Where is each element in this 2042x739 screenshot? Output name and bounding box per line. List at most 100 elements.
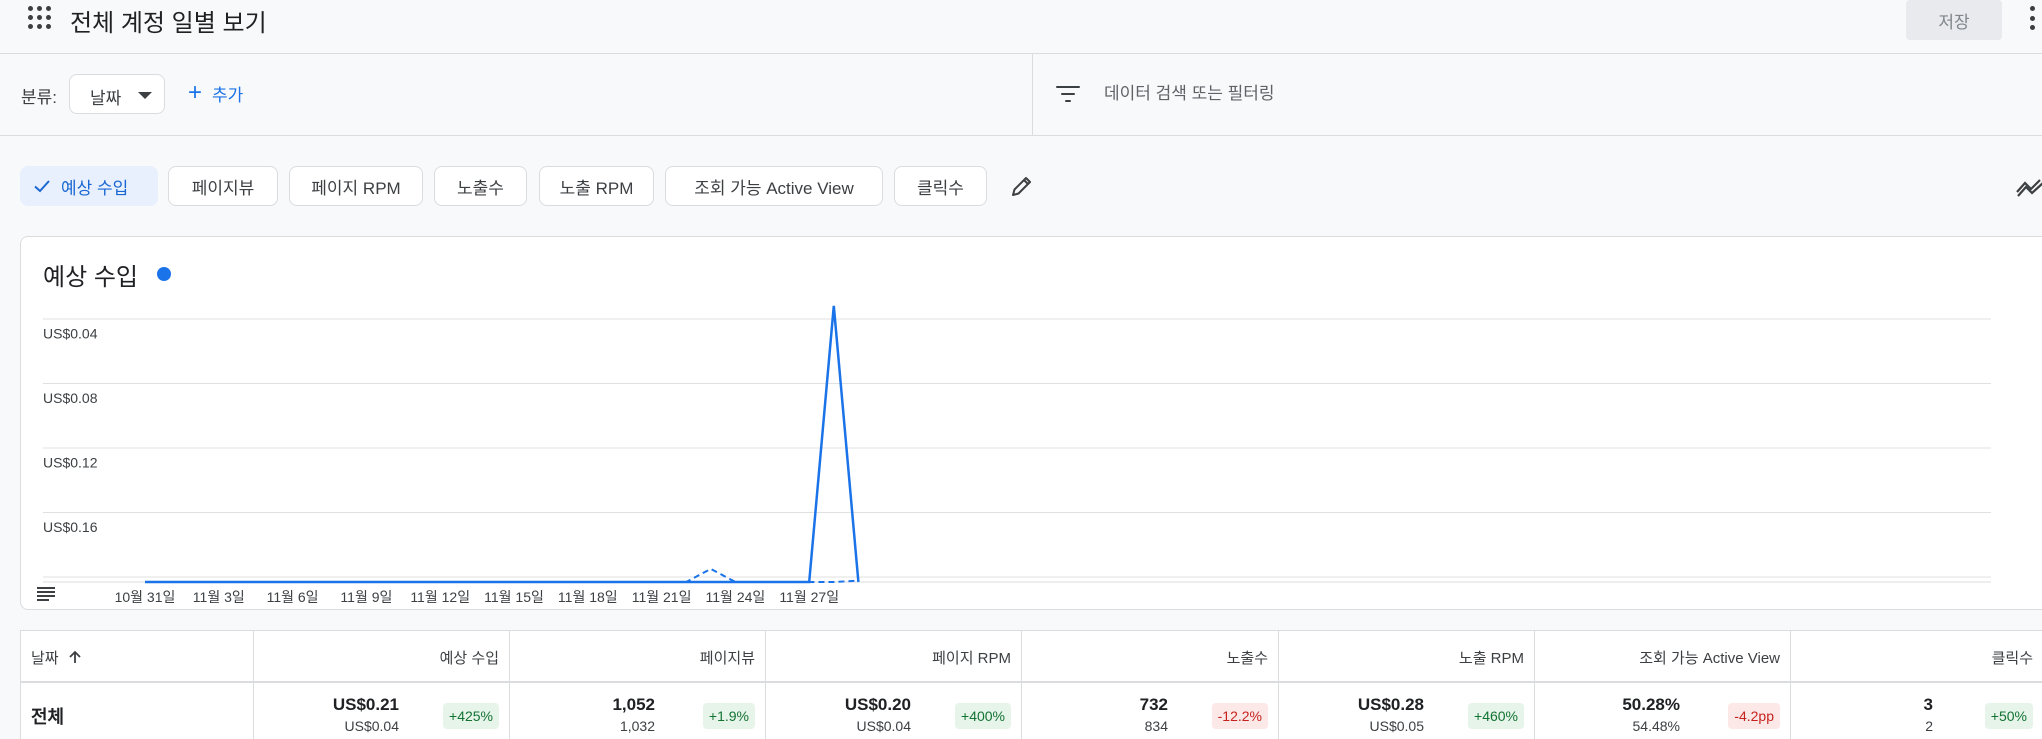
cell-compare-value: US$0.04 [344,718,399,734]
apps-grid-icon[interactable] [28,6,52,30]
cell-compare-value: 54.48% [1632,718,1680,734]
change-badge: +1.9% [702,703,755,729]
column-header-page-rpm[interactable]: 페이지 RPM [765,631,1021,683]
caret-down-icon [138,92,152,99]
date-select-value: 날짜 [90,89,122,108]
series-line-current [145,305,860,584]
category-label: 분류: [21,88,58,107]
add-label: 추가 [212,85,244,105]
chip-page-views[interactable]: 페이지뷰 [168,166,278,206]
search-input[interactable] [1104,76,1704,112]
chip-impressions[interactable]: 노출수 [434,166,527,206]
cell-value: 732 [1139,695,1168,714]
x-tick-label: 11월 15일 [484,589,544,605]
change-badge: -4.2pp [1728,703,1780,729]
chart-card: 예상 수입 US$0.04 US$0.08 US$0.12 US$0.16 10월 31… [20,236,2042,610]
cell-compare-value: US$0.05 [1369,718,1424,734]
chip-label: 페이지뷰 [191,178,255,198]
cell-value: 3 [1923,695,1933,714]
column-header-impression-rpm[interactable]: 노출 RPM [1278,631,1534,683]
x-tick-label: 11월 9일 [340,589,392,605]
cell-value: 50.28% [1622,695,1680,714]
column-header-estimated-earnings[interactable]: 예상 수입 [253,631,509,683]
column-header-date[interactable]: 날짜 [21,631,253,683]
x-tick-label: 10월 31일 [115,589,176,605]
column-label: 클릭수 [1991,649,2033,667]
date-dimension-select[interactable]: 날짜 [69,74,165,114]
chip-page-rpm[interactable]: 페이지 RPM [289,166,423,206]
y-tick-label: US$0.04 [43,326,98,342]
chip-estimated-earnings[interactable]: 예상 수입 [20,166,158,206]
column-label: 날짜 [31,649,59,667]
cell-value: US$0.21 [332,695,399,714]
y-tick-label: US$0.08 [43,390,98,406]
chip-label: 노출수 [457,178,504,198]
table-cell-clicks: 3 2 +50% [1790,683,2042,739]
table-cell-estimated-earnings: US$0.21 US$0.04 +425% [253,683,509,739]
x-tick-label: 11월 18일 [558,589,618,605]
table-body: 전체 US$0.21 US$0.04 +425% 1,052 1,032 +1.… [21,683,2042,739]
line-chart: US$0.04 US$0.08 US$0.12 US$0.16 10월 31일 11월 3… [43,305,1991,605]
column-label: 노출 RPM [1458,649,1524,667]
series-line-comparison [145,567,859,583]
table-cell-impression-rpm: US$0.28 US$0.05 +460% [1278,683,1534,739]
cell-value: US$0.28 [1357,695,1424,714]
filter-icon[interactable] [1056,86,1080,104]
x-tick-label: 11월 27일 [779,589,839,605]
x-tick-label: 11월 21일 [632,589,692,605]
change-badge: +50% [1984,703,2033,729]
chip-label: 조회 가능 Active View [694,178,854,198]
chip-clicks[interactable]: 클릭수 [894,166,987,206]
filter-bar: 분류: 날짜 + 추가 [0,54,2042,136]
column-header-clicks[interactable]: 클릭수 [1790,631,2042,683]
pencil-icon[interactable] [1010,174,1034,198]
table-cell-date: 전체 [21,683,253,739]
chip-impression-rpm[interactable]: 노출 RPM [539,166,654,206]
column-label: 노출수 [1226,649,1268,667]
cell-compare-value: US$0.04 [856,718,911,734]
x-tick-label: 11월 24일 [706,589,766,605]
column-header-active-view[interactable]: 조회 가능 Active View [1534,631,1790,683]
table-cell-active-view: 50.28% 54.48% -4.2pp [1534,683,1790,739]
add-dimension-button[interactable]: + 추가 [188,78,243,108]
save-button[interactable]: 저장 [1906,0,2002,40]
x-tick-label: 11월 12일 [410,589,470,605]
column-label: 페이지뷰 [699,649,755,667]
chip-label: 예상 수입 [61,178,129,198]
chip-label: 클릭수 [917,178,964,198]
chip-label: 페이지 RPM [311,178,401,198]
x-tick-label: 11월 3일 [193,589,245,605]
column-header-page-views[interactable]: 페이지뷰 [509,631,765,683]
page-title: 전체 계정 일별 보기 [70,10,267,37]
cell-compare-value: 834 [1144,718,1168,734]
change-badge: +400% [955,703,1011,729]
x-tick-label: 11월 6일 [267,589,319,605]
chart-table-toggle-icon[interactable] [37,587,55,601]
y-tick-label: US$0.16 [43,519,98,535]
table-cell-page-rpm: US$0.20 US$0.04 +400% [765,683,1021,739]
table-cell-impressions: 732 834 -12.2% [1021,683,1278,739]
cell-value: US$0.20 [844,695,911,714]
total-label: 전체 [31,707,65,727]
check-icon [34,180,50,193]
cell-compare-value: 2 [1925,718,1933,734]
chip-label: 노출 RPM [559,178,634,198]
column-label: 예상 수입 [439,649,499,667]
table-header: 날짜 예상 수입 페이지뷰 페이지 RPM 노출수 노출 RPM 조회 가능 A… [21,631,2042,683]
top-bar: 전체 계정 일별 보기 저장 [0,0,2042,54]
change-badge: +460% [1468,703,1524,729]
column-label: 페이지 RPM [932,649,1011,667]
change-badge: -12.2% [1211,703,1268,729]
trend-icon[interactable] [2016,174,2042,198]
more-vert-icon[interactable] [2028,6,2036,30]
chip-active-view-viewable[interactable]: 조회 가능 Active View [665,166,883,206]
report-table: 날짜 예상 수입 페이지뷰 페이지 RPM 노출수 노출 RPM 조회 가능 A… [20,630,2042,739]
cell-compare-value: 1,032 [619,718,655,734]
column-header-impressions[interactable]: 노출수 [1021,631,1278,683]
plus-icon: + [188,79,203,106]
arrow-up-icon [68,650,81,663]
cell-value: 1,052 [612,695,655,714]
column-label: 조회 가능 Active View [1639,649,1780,667]
y-tick-label: US$0.12 [43,455,98,471]
divider [1032,54,1033,136]
